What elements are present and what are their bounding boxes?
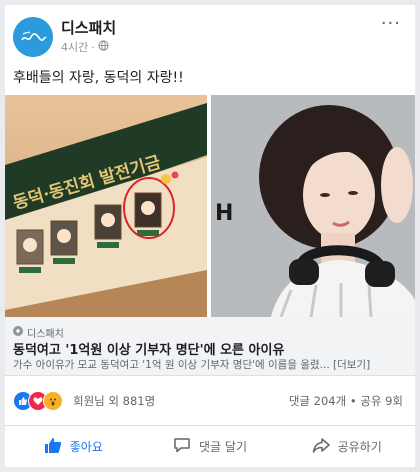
dispatch-logo bbox=[13, 17, 53, 57]
globe-icon bbox=[98, 40, 109, 54]
post-text: 후배들의 자랑, 동덕의 자랑!! bbox=[13, 70, 184, 86]
share-button[interactable]: 공유하기 bbox=[278, 426, 415, 467]
dispatch-icon bbox=[13, 326, 23, 339]
photo-left[interactable]: 동덕·동진회 발전기금 bbox=[5, 95, 207, 317]
reaction-count[interactable]: 회원님 외 881명 bbox=[73, 393, 155, 409]
wow-icon bbox=[43, 391, 63, 411]
action-bar: 좋아요 댓글 달기 공유하기 bbox=[5, 426, 415, 467]
post-photos[interactable]: 동덕·동진회 발전기금 H bbox=[5, 95, 415, 317]
feed-post: 디스패치 4시간 · ··· 후배들의 자랑, 동덕의 자랑!! 동덕·동진회 … bbox=[5, 5, 415, 467]
like-button[interactable]: 좋아요 bbox=[5, 426, 142, 467]
post-meta: 4시간 · bbox=[61, 39, 109, 55]
share-label: 공유하기 bbox=[337, 440, 382, 454]
comment-label: 댓글 달기 bbox=[199, 440, 247, 454]
backdrop-text: H bbox=[215, 201, 233, 226]
photo-right[interactable]: H bbox=[211, 95, 415, 317]
link-source: 디스패치 bbox=[13, 325, 64, 340]
page-avatar[interactable] bbox=[13, 17, 53, 57]
like-label: 좋아요 bbox=[69, 440, 103, 454]
post-header: 디스패치 4시간 · ··· bbox=[5, 5, 415, 65]
link-source-name: 디스패치 bbox=[27, 329, 64, 340]
comment-share-stats[interactable]: 댓글 204개 • 공유 9회 bbox=[289, 393, 403, 409]
post-time[interactable]: 4시간 bbox=[61, 39, 88, 55]
more-options-button[interactable]: ··· bbox=[381, 13, 401, 34]
thumbs-up-icon bbox=[44, 436, 62, 457]
reaction-summary: 회원님 외 881명 댓글 204개 • 공유 9회 bbox=[5, 375, 415, 426]
link-preview[interactable]: 디스패치 동덕여고 '1억원 이상 기부자 명단'에 오른 아이유 가수 아이유… bbox=[5, 317, 415, 376]
share-icon bbox=[312, 436, 330, 457]
meta-separator: · bbox=[91, 40, 95, 54]
comment-button[interactable]: 댓글 달기 bbox=[142, 426, 279, 467]
page-name[interactable]: 디스패치 bbox=[61, 17, 116, 38]
reaction-icons[interactable] bbox=[13, 391, 63, 411]
link-headline[interactable]: 동덕여고 '1억원 이상 기부자 명단'에 오른 아이유 bbox=[13, 339, 284, 358]
comment-icon bbox=[173, 436, 191, 457]
link-description[interactable]: 가수 아이유가 모교 동덕여고 '1억 원 이상 기부자 명단'에 이름을 올렸… bbox=[13, 357, 409, 372]
